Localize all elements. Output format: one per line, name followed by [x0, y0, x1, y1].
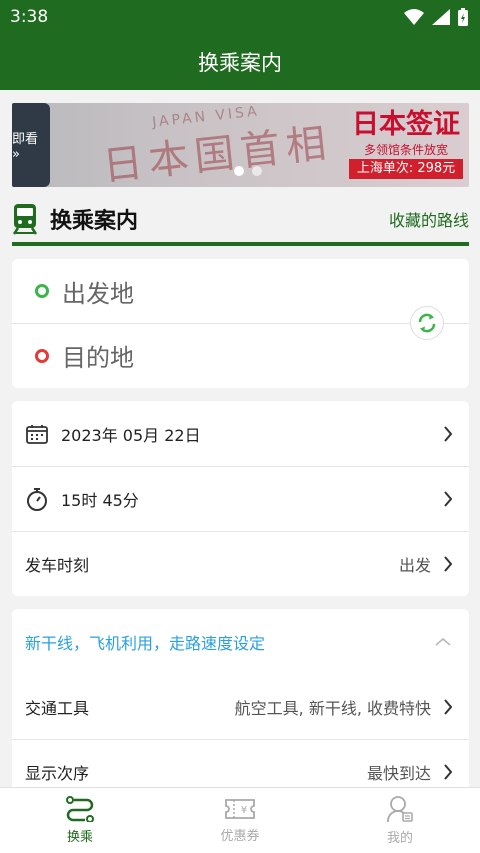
status-icons: [404, 8, 468, 26]
bottom-nav: 换乘 ¥ 优惠券 我的: [0, 787, 480, 853]
options-header[interactable]: 新干线，飞机利用，走路速度设定: [12, 609, 469, 674]
saved-routes-link[interactable]: 收藏的路线: [389, 207, 469, 231]
banner-stamp-text: 日本国首相: [100, 120, 335, 187]
from-station-field[interactable]: 出发地: [12, 259, 469, 323]
order-label: 显示次序: [25, 764, 90, 783]
from-dot-icon: [35, 284, 49, 298]
date-value: 2023年 05月 22日: [61, 425, 201, 445]
to-dot-icon: [35, 348, 49, 363]
banner-dot: [252, 166, 262, 176]
time-row[interactable]: 15时 45分: [12, 466, 469, 531]
date-row[interactable]: 2023年 05月 22日: [12, 401, 469, 466]
transport-row[interactable]: 交通工具 航空工具, 新干线, 收费特快: [12, 674, 469, 739]
calendar-icon: [25, 422, 49, 446]
chevron-up-icon: [435, 632, 451, 651]
swap-stations-button[interactable]: [410, 306, 444, 340]
section-title: 换乘案内: [50, 209, 139, 234]
route-icon: [66, 796, 94, 822]
chevron-right-icon: [441, 698, 455, 715]
signal-icon: [432, 9, 450, 25]
departure-label: 发车时刻: [25, 556, 90, 575]
chevron-right-icon: [441, 425, 455, 442]
profile-icon: [387, 796, 413, 823]
app-title: 换乘案内: [198, 51, 282, 75]
swap-icon: [418, 313, 436, 333]
banner-tab[interactable]: 即看 »: [12, 103, 50, 187]
promo-subtitle: 多领馆条件放宽: [363, 143, 448, 157]
promo-price: 上海单次: 298元: [349, 159, 463, 179]
nav-label: 换乘: [66, 830, 93, 845]
wifi-icon: [404, 9, 424, 25]
chevron-right-icon: [441, 491, 455, 507]
banner-dot-active: [234, 166, 244, 176]
svg-text:¥: ¥: [241, 805, 247, 816]
section-header: 换乘案内 收藏的路线: [12, 196, 469, 246]
banner-dots: [234, 166, 262, 176]
promo-title: 日本签证: [352, 109, 460, 140]
options-header-label: 新干线，飞机利用，走路速度设定: [25, 633, 266, 653]
train-icon: [12, 204, 38, 235]
status-time: 3:38: [10, 7, 49, 27]
banner-promo: 日本签证 多领馆条件放宽 上海单次: 298元: [349, 109, 463, 179]
nav-profile[interactable]: 我的: [320, 788, 480, 853]
nav-label: 优惠券: [220, 829, 260, 844]
battery-icon: [458, 8, 468, 26]
datetime-card: 2023年 05月 22日 15时 45分 发车时刻 出发: [12, 401, 469, 596]
transport-value: 航空工具, 新干线, 收费特快: [234, 698, 431, 718]
nav-label: 我的: [386, 831, 413, 846]
from-station-placeholder: 出发地: [62, 279, 134, 308]
status-bar: 3:38: [0, 0, 480, 34]
departure-value: 出发: [398, 556, 431, 575]
order-value: 最快到达: [366, 764, 431, 783]
options-card: 新干线，飞机利用，走路速度设定 交通工具 航空工具, 新干线, 收费特快 显示次…: [12, 609, 469, 799]
to-station-placeholder: 目的地: [62, 344, 134, 372]
chevron-right-icon: [441, 764, 455, 780]
to-station-field[interactable]: 目的地: [12, 323, 469, 387]
chevron-right-icon: [441, 556, 455, 572]
station-card: 出发地 目的地: [12, 259, 469, 388]
nav-transfer[interactable]: 换乘: [0, 788, 160, 853]
app-bar: 换乘案内: [0, 34, 480, 90]
time-value: 15时 45分: [61, 491, 139, 510]
transport-label: 交通工具: [25, 698, 90, 718]
nav-coupon[interactable]: ¥ 优惠券: [160, 788, 320, 853]
departure-row[interactable]: 发车时刻 出发: [12, 531, 469, 596]
stopwatch-icon: [25, 487, 49, 511]
coupon-icon: ¥: [225, 799, 255, 819]
